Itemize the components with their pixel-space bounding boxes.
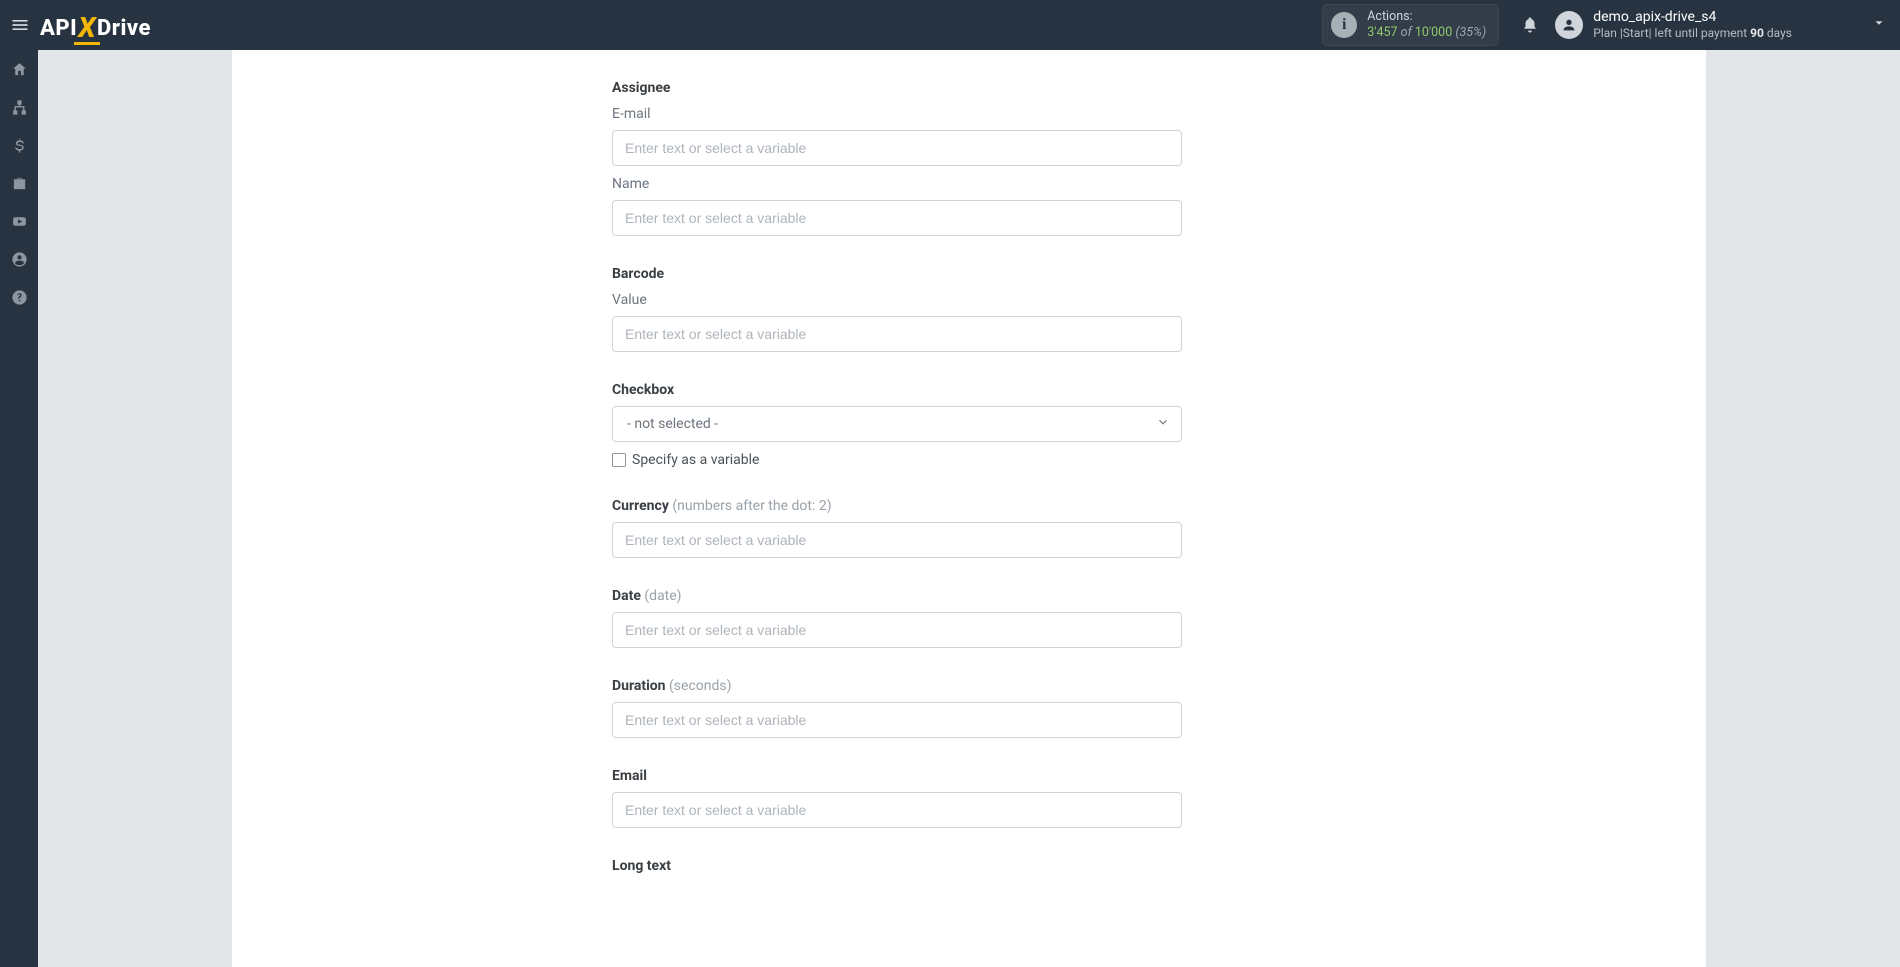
section-title-currency: Currency (numbers after the dot: 2) bbox=[612, 498, 1182, 514]
label-assignee-name: Name bbox=[612, 176, 1182, 192]
avatar bbox=[1555, 11, 1583, 39]
main-panel: Assignee E-mail Name Barcode Value Check… bbox=[232, 50, 1706, 967]
label-assignee-email: E-mail bbox=[612, 106, 1182, 122]
sidebar-item-work[interactable] bbox=[0, 164, 38, 202]
input-barcode-value[interactable] bbox=[612, 316, 1182, 352]
user-menu[interactable]: demo_apix-drive_s4 Plan |Start| left unt… bbox=[1555, 9, 1792, 40]
input-currency[interactable] bbox=[612, 522, 1182, 558]
actions-percent: (35%) bbox=[1455, 25, 1486, 40]
sidebar-item-billing[interactable] bbox=[0, 126, 38, 164]
sidebar-item-video[interactable] bbox=[0, 202, 38, 240]
actions-total: 10'000 bbox=[1415, 25, 1452, 40]
briefcase-icon bbox=[11, 175, 28, 192]
plan-prefix: Plan |Start| left until payment bbox=[1593, 26, 1750, 40]
user-plan: Plan |Start| left until payment 90 days bbox=[1593, 26, 1792, 40]
form-column: Assignee E-mail Name Barcode Value Check… bbox=[582, 50, 1222, 967]
input-assignee-name[interactable] bbox=[612, 200, 1182, 236]
actions-of: of bbox=[1401, 25, 1412, 40]
user-menu-caret[interactable] bbox=[1792, 16, 1886, 34]
currency-hint: (numbers after the dot: 2) bbox=[672, 498, 831, 514]
specify-as-variable-label: Specify as a variable bbox=[632, 452, 759, 468]
logo[interactable]: API X Drive bbox=[40, 9, 151, 42]
specify-as-variable-checkbox[interactable] bbox=[612, 453, 626, 467]
date-title: Date bbox=[612, 588, 641, 604]
plan-days: 90 bbox=[1750, 26, 1764, 40]
select-checkbox[interactable]: - not selected - bbox=[612, 406, 1182, 442]
section-title-checkbox: Checkbox bbox=[612, 382, 1182, 398]
sidebar-item-help[interactable] bbox=[0, 278, 38, 316]
hamburger-icon bbox=[10, 15, 30, 35]
section-title-date: Date (date) bbox=[612, 588, 1182, 604]
question-icon bbox=[11, 289, 28, 306]
sidebar-item-connections[interactable] bbox=[0, 88, 38, 126]
form-left-spacer bbox=[232, 50, 582, 967]
chevron-down-icon bbox=[1872, 16, 1886, 30]
date-hint: (date) bbox=[644, 588, 681, 604]
duration-title: Duration bbox=[612, 678, 666, 694]
input-duration[interactable] bbox=[612, 702, 1182, 738]
page-body: Assignee E-mail Name Barcode Value Check… bbox=[38, 50, 1900, 967]
sidebar-item-account[interactable] bbox=[0, 240, 38, 278]
section-title-assignee: Assignee bbox=[612, 80, 1182, 96]
youtube-icon bbox=[11, 213, 28, 230]
specify-as-variable-row: Specify as a variable bbox=[612, 452, 1182, 468]
section-title-barcode: Barcode bbox=[612, 266, 1182, 282]
input-date[interactable] bbox=[612, 612, 1182, 648]
notifications-button[interactable] bbox=[1515, 16, 1545, 34]
actions-current: 3'457 bbox=[1367, 25, 1397, 40]
label-barcode-value: Value bbox=[612, 292, 1182, 308]
section-title-longtext: Long text bbox=[612, 858, 1182, 874]
actions-values: 3'457 of 10'000 (35%) bbox=[1367, 25, 1486, 41]
user-name: demo_apix-drive_s4 bbox=[1593, 9, 1792, 26]
top-bar: API X Drive i Actions: 3'457 of 10'000 (… bbox=[0, 0, 1900, 50]
logo-text-left: API bbox=[40, 16, 77, 41]
menu-toggle-button[interactable] bbox=[0, 0, 40, 50]
actions-label: Actions: bbox=[1367, 9, 1486, 25]
input-assignee-email[interactable] bbox=[612, 130, 1182, 166]
user-text: demo_apix-drive_s4 Plan |Start| left unt… bbox=[1593, 9, 1792, 40]
select-checkbox-value: - not selected - bbox=[612, 406, 1182, 442]
sidebar-item-home[interactable] bbox=[0, 50, 38, 88]
left-sidebar bbox=[0, 50, 38, 967]
logo-text-right: Drive bbox=[97, 16, 151, 41]
plan-suffix: days bbox=[1764, 26, 1792, 40]
dollar-icon bbox=[11, 137, 28, 154]
user-icon bbox=[1561, 17, 1577, 33]
actions-counter[interactable]: i Actions: 3'457 of 10'000 (35%) bbox=[1322, 4, 1499, 45]
user-circle-icon bbox=[11, 251, 28, 268]
section-title-email: Email bbox=[612, 768, 1182, 784]
logo-text-mid: X bbox=[78, 11, 96, 44]
sitemap-icon bbox=[11, 99, 28, 116]
bell-icon bbox=[1521, 16, 1539, 34]
home-icon bbox=[11, 61, 28, 78]
duration-hint: (seconds) bbox=[669, 678, 731, 694]
input-email[interactable] bbox=[612, 792, 1182, 828]
actions-text: Actions: 3'457 of 10'000 (35%) bbox=[1367, 9, 1486, 40]
info-icon: i bbox=[1331, 12, 1357, 38]
currency-title: Currency bbox=[612, 498, 669, 514]
section-title-duration: Duration (seconds) bbox=[612, 678, 1182, 694]
